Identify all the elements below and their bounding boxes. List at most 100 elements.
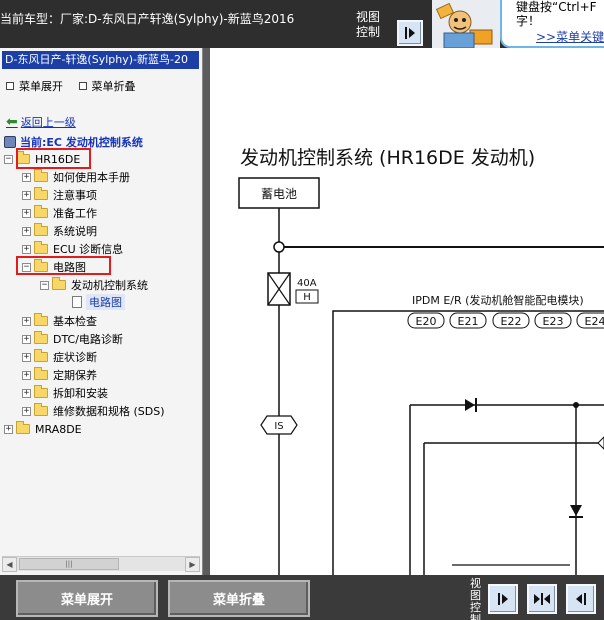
module-label: IPDM E/R (发动机舱智能配电模块) — [412, 293, 584, 307]
diode-icon — [570, 505, 582, 516]
expand-icon[interactable]: + — [22, 370, 31, 380]
menu-expand-label: 菜单展开 — [19, 80, 63, 93]
arrow-left-icon — [576, 594, 582, 604]
panel-splitter[interactable] — [203, 48, 210, 575]
menu-keyword-link[interactable]: >>菜单关键 — [536, 30, 604, 44]
folder-icon — [34, 385, 48, 398]
expand-icon[interactable]: + — [22, 208, 31, 218]
expand-icon[interactable]: + — [22, 388, 31, 398]
highlight-box — [16, 256, 111, 275]
vehicle-prefix: 当前车型： — [0, 12, 61, 26]
tree-item-basic-inspection[interactable]: + 基本检查 — [22, 313, 97, 329]
scroll-right-icon[interactable]: ▶ — [185, 557, 200, 572]
folder-icon — [34, 169, 48, 182]
folder-icon — [16, 421, 30, 434]
folder-icon — [34, 187, 48, 200]
expand-all-icon — [6, 82, 14, 90]
tree-item-removal-installation[interactable]: + 拆卸和安装 — [22, 385, 108, 401]
wiring-diagram-view: 发动机控制系统 (HR16DE 发动机) 蓄电池 40A H IPDM E/R … — [210, 48, 604, 575]
diode-icon — [465, 399, 475, 411]
scroll-left-icon[interactable]: ◀ — [2, 557, 17, 572]
tree-item-precautions[interactable]: + 注意事项 — [22, 187, 97, 203]
menu-expand-link[interactable]: 菜单展开 — [6, 78, 63, 94]
vehicle-name: 厂家:D-东风日产轩逸(Sylphy)-新蓝鸟2016 — [60, 12, 295, 26]
wiring-diagram: 发动机控制系统 (HR16DE 发动机) 蓄电池 40A H IPDM E/R … — [238, 147, 604, 575]
bottom-bar: 菜单展开 菜单折叠 视图控制 — [0, 575, 604, 620]
tree-item-manual-usage[interactable]: + 如何使用本手册 — [22, 169, 130, 185]
arrow-left-icon — [544, 594, 550, 604]
expand-icon[interactable]: + — [22, 226, 31, 236]
tree-item-label: 电路图 — [86, 294, 125, 310]
tree-item-dtc-circuit-diagnosis[interactable]: + DTC/电路诊断 — [22, 331, 123, 347]
tree-item-label: ECU 诊断信息 — [53, 243, 124, 256]
connector-label: E21 — [458, 315, 479, 328]
back-link[interactable]: ⬅ 返回上一级 — [6, 114, 76, 130]
tree-item-symptom-diagnosis[interactable]: + 症状诊断 — [22, 349, 97, 365]
mascot-image — [432, 0, 500, 49]
scrollbar-thumb[interactable]: ||| — [19, 558, 119, 570]
expand-icon[interactable]: + — [22, 172, 31, 182]
app-window: 当前车型：厂家:D-东风日产轩逸(Sylphy)-新蓝鸟2016 视图控制 键盘… — [0, 0, 604, 620]
expand-left-pane-button[interactable] — [488, 584, 518, 614]
collapse-left-pane-button[interactable] — [566, 584, 596, 614]
menu-expand-button[interactable]: 菜单展开 — [16, 580, 158, 617]
view-control-label: 视图控制 — [470, 577, 481, 620]
expand-icon[interactable]: + — [4, 424, 13, 434]
back-link-label: 返回上一级 — [20, 116, 76, 129]
collapse-icon[interactable]: − — [40, 280, 49, 290]
fuse-rating: 40A — [297, 278, 317, 289]
is-marker-label: IS — [274, 421, 283, 432]
connector-label: E22 — [501, 315, 522, 328]
tip-line-2: 字！ — [516, 14, 541, 28]
folder-icon — [34, 313, 48, 326]
expand-icon[interactable]: + — [22, 244, 31, 254]
top-bar: 当前车型：厂家:D-东风日产轩逸(Sylphy)-新蓝鸟2016 视图控制 键盘… — [0, 0, 604, 49]
shortcut-tip: 键盘按“Ctrl+F 字！ >>菜单关键 — [500, 0, 604, 48]
tree-item-engine-control-system[interactable]: − 发动机控制系统 — [40, 277, 148, 293]
connector-label: E23 — [543, 315, 564, 328]
tree-item-wiring-diagram-page[interactable]: 电路图 — [72, 294, 125, 310]
view-toggle-button[interactable] — [397, 20, 423, 46]
collapse-all-icon — [78, 82, 87, 90]
expand-icon[interactable]: + — [22, 406, 31, 416]
folder-icon — [34, 403, 48, 416]
arrow-right-icon — [502, 594, 508, 604]
bar-icon — [405, 27, 407, 39]
arrow-right-icon — [534, 594, 540, 604]
tree-item-service-data-specs[interactable]: + 维修数据和规格 (SDS) — [22, 403, 165, 419]
collapse-icon[interactable]: − — [4, 154, 13, 164]
tree-item-label: 准备工作 — [53, 207, 97, 220]
navigation-panel: D-东风日产-轩逸(Sylphy)-新蓝鸟-20 菜单展开 菜单折叠 ⬅ 返回上… — [0, 48, 203, 575]
tree-item-label: 维修数据和规格 (SDS) — [53, 405, 165, 418]
breadcrumb: D-东风日产-轩逸(Sylphy)-新蓝鸟-20 — [2, 51, 199, 69]
tree-item-system-description[interactable]: + 系统说明 — [22, 223, 97, 239]
tree-item-label: 拆卸和安装 — [53, 387, 108, 400]
expand-icon[interactable]: + — [22, 352, 31, 362]
folder-icon — [34, 331, 48, 344]
back-arrow-icon: ⬅ — [6, 114, 18, 130]
menu-collapse-label: 菜单折叠 — [91, 80, 136, 93]
tree-item-periodic-maintenance[interactable]: + 定期保养 — [22, 367, 97, 383]
highlight-box — [16, 148, 91, 169]
folder-icon — [52, 277, 66, 290]
menu-collapse-link[interactable]: 菜单折叠 — [78, 78, 136, 94]
bar-icon — [541, 593, 543, 605]
expand-icon[interactable]: + — [22, 190, 31, 200]
folder-icon — [34, 241, 48, 254]
connector-label: E24 — [585, 315, 604, 328]
tree-item-preparation[interactable]: + 准备工作 — [22, 205, 97, 221]
battery-label: 蓄电池 — [261, 187, 297, 201]
junction-node — [273, 241, 285, 253]
tree-item-mra8de[interactable]: + MRA8DE — [4, 421, 82, 437]
menu-collapse-button[interactable]: 菜单折叠 — [168, 580, 310, 617]
tree-item-label: 注意事项 — [53, 189, 97, 202]
tree-item-ecu-diagnosis[interactable]: + ECU 诊断信息 — [22, 241, 123, 257]
split-view-button[interactable] — [527, 584, 557, 614]
bar-icon — [584, 593, 586, 605]
tip-line-1: 键盘按“Ctrl+F — [516, 0, 597, 14]
horizontal-scrollbar[interactable]: ◀ ||| ▶ — [2, 556, 200, 572]
tree-item-label: DTC/电路诊断 — [53, 333, 123, 346]
tree-item-label: 系统说明 — [53, 225, 97, 238]
expand-icon[interactable]: + — [22, 334, 31, 344]
expand-icon[interactable]: + — [22, 316, 31, 326]
